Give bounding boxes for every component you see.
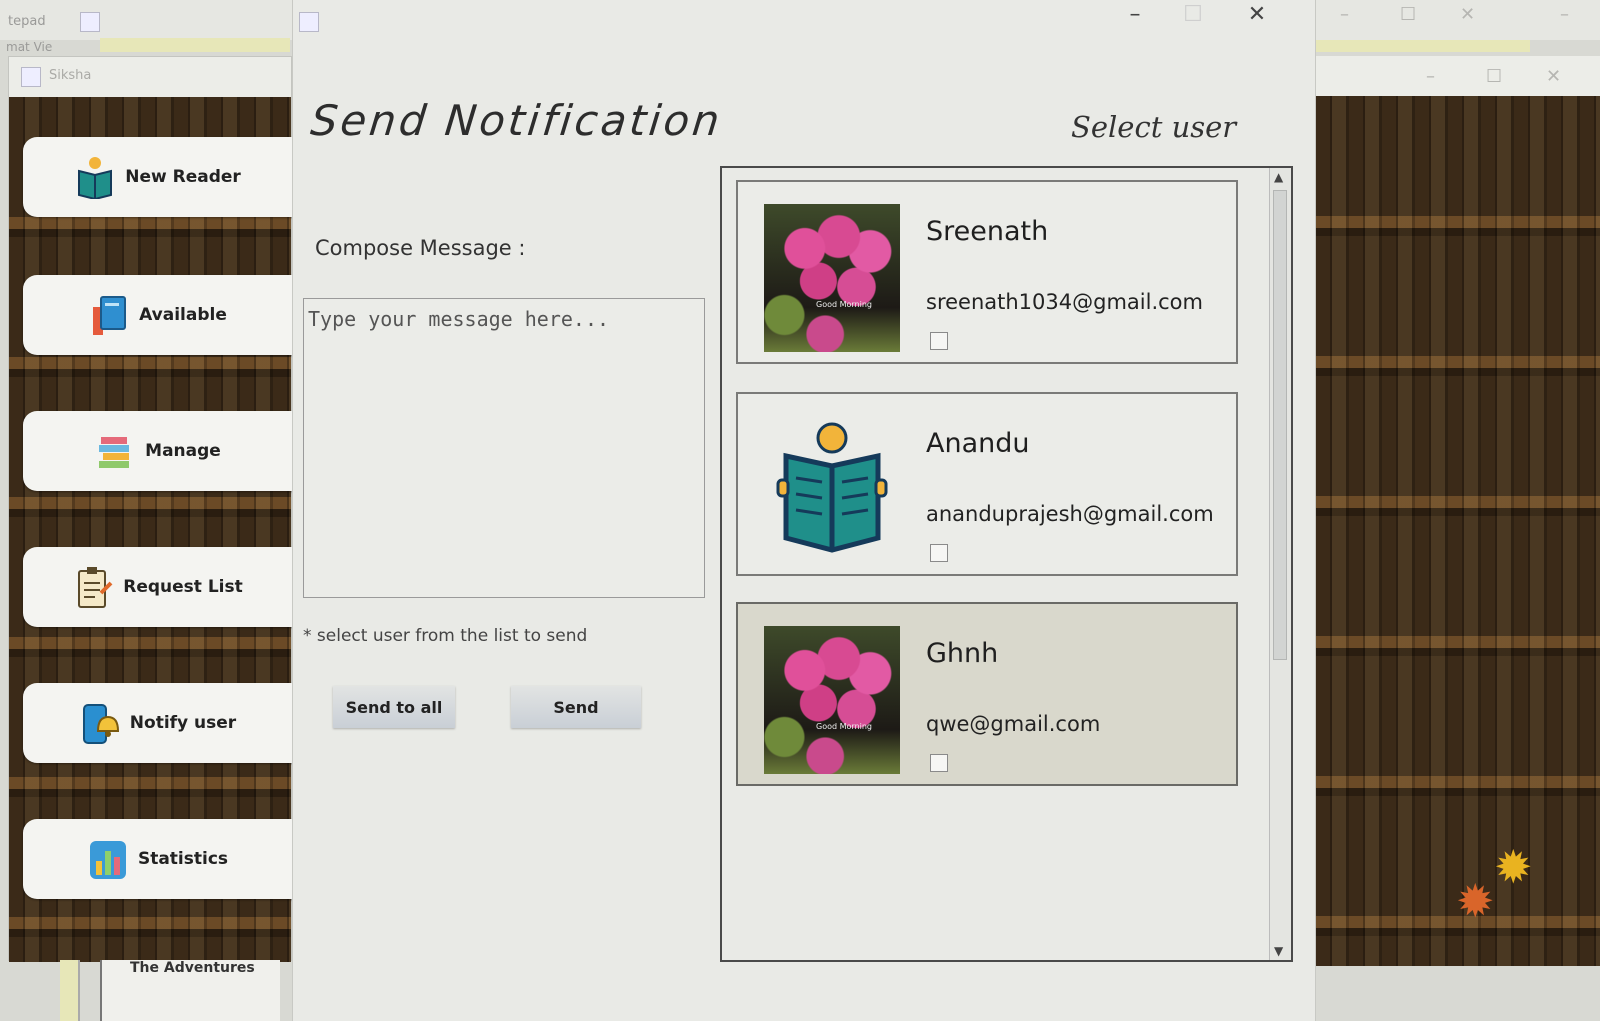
background-notepad-window: tepad mat Vie	[0, 0, 100, 54]
user-select-checkbox[interactable]	[930, 754, 948, 772]
background-window-strip	[1316, 40, 1530, 52]
background-window-strip	[60, 960, 80, 1021]
user-email: sreenath1034@gmail.com	[926, 290, 1203, 314]
user-name: Sreenath	[926, 216, 1049, 247]
user-select-checkbox[interactable]	[930, 544, 948, 562]
send-to-all-button[interactable]: Send to all	[333, 686, 455, 728]
sidebar-item-manage[interactable]: Manage	[23, 411, 293, 491]
user-avatar: Good Morning	[764, 626, 900, 774]
user-avatar	[764, 416, 900, 564]
close-icon: ✕	[1460, 4, 1476, 25]
app-icon	[21, 67, 41, 87]
close-button[interactable]: ✕	[1237, 2, 1277, 27]
sidebar-item-label: Notify user	[129, 713, 237, 733]
minimize-button[interactable]: –	[1115, 2, 1155, 27]
background-text: The Adventures	[130, 960, 255, 976]
user-list[interactable]: Good Morning Sreenath sreenath1034@gmail…	[720, 166, 1293, 962]
sidebar-item-notify-user[interactable]: Notify user	[23, 683, 293, 763]
sidebar-item-available[interactable]: Available	[23, 275, 293, 355]
sidebar-item-label: Statistics	[137, 849, 229, 869]
minimize-icon: –	[1560, 4, 1569, 25]
send-button[interactable]: Send	[511, 686, 641, 728]
window-titlebar: – ☐ ✕	[293, 0, 1315, 36]
gear-icon: ✹	[1456, 874, 1495, 928]
phone-bell-icon	[82, 704, 119, 744]
scrollbar-thumb[interactable]	[1273, 190, 1287, 660]
sidebar-item-label: New Reader	[125, 167, 241, 187]
sidebar-item-label: Available	[139, 305, 227, 325]
minimize-icon: –	[1340, 4, 1349, 25]
sidebar-item-statistics[interactable]: Statistics	[23, 819, 293, 899]
minimize-icon: –	[1426, 66, 1435, 87]
notepad-menu: mat Vie	[6, 40, 53, 54]
background-window-strip	[100, 38, 290, 52]
bookshelf-background	[1316, 96, 1600, 966]
clipboard-icon	[78, 567, 113, 608]
select-user-heading: Select user	[1071, 110, 1237, 144]
page-title: Send Notification	[308, 96, 725, 145]
sidebar-item-request-list[interactable]: Request List	[23, 547, 293, 627]
maximize-icon: ☐	[1486, 66, 1503, 87]
user-select-checkbox[interactable]	[930, 332, 948, 350]
sidebar-window: Siksha New Reader Available Manage Reque…	[8, 56, 293, 962]
scroll-down-icon[interactable]: ▼	[1274, 944, 1283, 958]
stacked-books-icon	[99, 437, 130, 468]
user-name: Ghnh	[926, 638, 999, 669]
user-card[interactable]: Good Morning Ghnh qwe@gmail.com	[736, 602, 1238, 786]
sidebar-item-new-reader[interactable]: New Reader	[23, 137, 293, 217]
sidebar-window-title: Siksha	[49, 68, 92, 83]
app-icon	[299, 12, 319, 32]
right-window-titlebar: – ☐ ✕	[1316, 56, 1600, 96]
scroll-up-icon[interactable]: ▲	[1274, 170, 1283, 184]
gear-icon: ✹	[1494, 840, 1533, 894]
background-right-window: – ☐ ✕ ✹ ✹	[1316, 56, 1600, 966]
maximize-button[interactable]: ☐	[1173, 2, 1213, 27]
user-name: Anandu	[926, 428, 1030, 459]
compose-message-label: Compose Message :	[315, 236, 526, 260]
user-card[interactable]: Good Morning Sreenath sreenath1034@gmail…	[736, 180, 1238, 364]
notepad-title: tepad	[8, 14, 46, 29]
books-icon	[93, 296, 127, 335]
notepad-app-icon	[80, 12, 100, 32]
send-notification-window: – ☐ ✕ Send Notification Select user Comp…	[292, 0, 1316, 1021]
reader-book-icon	[78, 157, 113, 199]
user-card[interactable]: Anandu ananduprajesh@gmail.com	[736, 392, 1238, 576]
sidebar-window-titlebar: Siksha	[9, 57, 291, 97]
user-avatar: Good Morning	[764, 204, 900, 352]
close-icon: ✕	[1546, 66, 1562, 87]
message-input[interactable]	[303, 298, 705, 598]
background-window-below: The Adventures	[100, 960, 280, 1021]
sidebar-item-label: Request List	[123, 577, 243, 597]
user-email: ananduprajesh@gmail.com	[926, 502, 1214, 526]
sidebar-item-label: Manage	[145, 441, 221, 461]
maximize-icon: ☐	[1400, 4, 1417, 25]
select-user-hint: * select user from the list to send	[303, 626, 588, 646]
bar-chart-icon	[89, 841, 126, 879]
list-scrollbar[interactable]: ▲ ▼	[1269, 168, 1291, 960]
user-email: qwe@gmail.com	[926, 712, 1101, 736]
reader-icon	[776, 422, 888, 553]
